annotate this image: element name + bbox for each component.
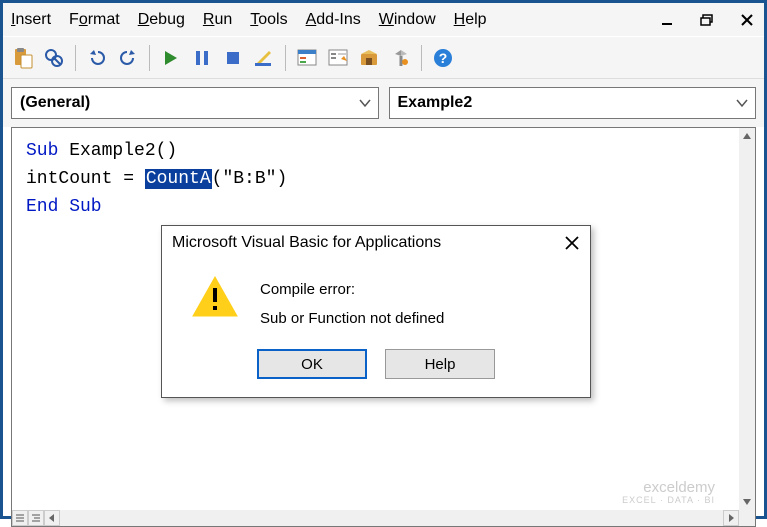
restore-button[interactable] <box>698 12 716 28</box>
chevron-down-icon <box>735 96 749 110</box>
code-text: intCount = <box>26 169 145 189</box>
code-text: ("B:B") <box>212 169 288 189</box>
keyword: Sub <box>26 141 58 161</box>
toolbar: ? <box>3 37 764 79</box>
reset-icon[interactable] <box>219 44 247 72</box>
redo-icon[interactable] <box>114 44 142 72</box>
paste-icon[interactable] <box>9 44 37 72</box>
help-button[interactable]: Help <box>385 349 495 379</box>
undo-icon[interactable] <box>83 44 111 72</box>
close-button[interactable] <box>738 12 756 28</box>
horizontal-scrollbar[interactable] <box>12 510 739 526</box>
procedure-view-icon[interactable] <box>12 510 28 526</box>
scroll-left-icon[interactable] <box>44 510 60 526</box>
error-dialog: Microsoft Visual Basic for Applications … <box>161 225 591 398</box>
chevron-down-icon <box>358 96 372 110</box>
procedure-dropdown[interactable]: Example2 <box>389 87 757 119</box>
scrollbar-corner <box>739 510 755 526</box>
code-text: Example2() <box>58 141 177 161</box>
run-icon[interactable] <box>157 44 185 72</box>
find-icon[interactable] <box>40 44 68 72</box>
keyword: End Sub <box>26 197 102 217</box>
procedure-dropdown-value: Example2 <box>398 94 473 112</box>
vertical-scrollbar[interactable] <box>739 128 755 510</box>
scroll-down-icon[interactable] <box>739 494 755 510</box>
warning-icon <box>190 274 240 320</box>
project-explorer-icon[interactable] <box>293 44 321 72</box>
dialog-close-icon[interactable] <box>564 235 580 251</box>
dialog-message: Compile error: Sub or Function not defin… <box>260 274 444 333</box>
dialog-title: Microsoft Visual Basic for Applications <box>172 234 564 252</box>
menu-insert[interactable]: Insert <box>11 11 51 29</box>
scroll-up-icon[interactable] <box>739 128 755 144</box>
menu-addins[interactable]: Add-Ins <box>306 11 361 29</box>
minimize-button[interactable] <box>658 12 676 28</box>
watermark-sub: EXCEL · DATA · BI <box>622 496 715 506</box>
menu-help[interactable]: Help <box>454 11 487 29</box>
menu-window[interactable]: Window <box>379 11 436 29</box>
menu-debug[interactable]: Debug <box>138 11 185 29</box>
object-browser-icon[interactable] <box>355 44 383 72</box>
svg-text:?: ? <box>439 50 448 66</box>
dialog-titlebar: Microsoft Visual Basic for Applications <box>162 226 590 260</box>
menu-tools[interactable]: Tools <box>250 11 287 29</box>
full-module-view-icon[interactable] <box>28 510 44 526</box>
menu-format[interactable]: Format <box>69 11 120 29</box>
menu-bar: Insert Format Debug Run Tools Add-Ins Wi… <box>3 3 764 37</box>
properties-icon[interactable] <box>324 44 352 72</box>
help-icon[interactable]: ? <box>429 44 457 72</box>
design-mode-icon[interactable] <box>250 44 278 72</box>
toolbox-icon[interactable] <box>386 44 414 72</box>
watermark: exceldemy EXCEL · DATA · BI <box>622 480 715 506</box>
dropdowns-row: (General) Example2 <box>3 79 764 127</box>
scroll-right-icon[interactable] <box>723 510 739 526</box>
object-dropdown[interactable]: (General) <box>11 87 379 119</box>
menu-run[interactable]: Run <box>203 11 232 29</box>
dialog-line1: Compile error: <box>260 276 444 305</box>
selected-text: CountA <box>145 169 212 189</box>
dialog-line2: Sub or Function not defined <box>260 305 444 334</box>
break-icon[interactable] <box>188 44 216 72</box>
ok-button[interactable]: OK <box>257 349 367 379</box>
watermark-text: exceldemy <box>622 480 715 497</box>
object-dropdown-value: (General) <box>20 94 90 112</box>
